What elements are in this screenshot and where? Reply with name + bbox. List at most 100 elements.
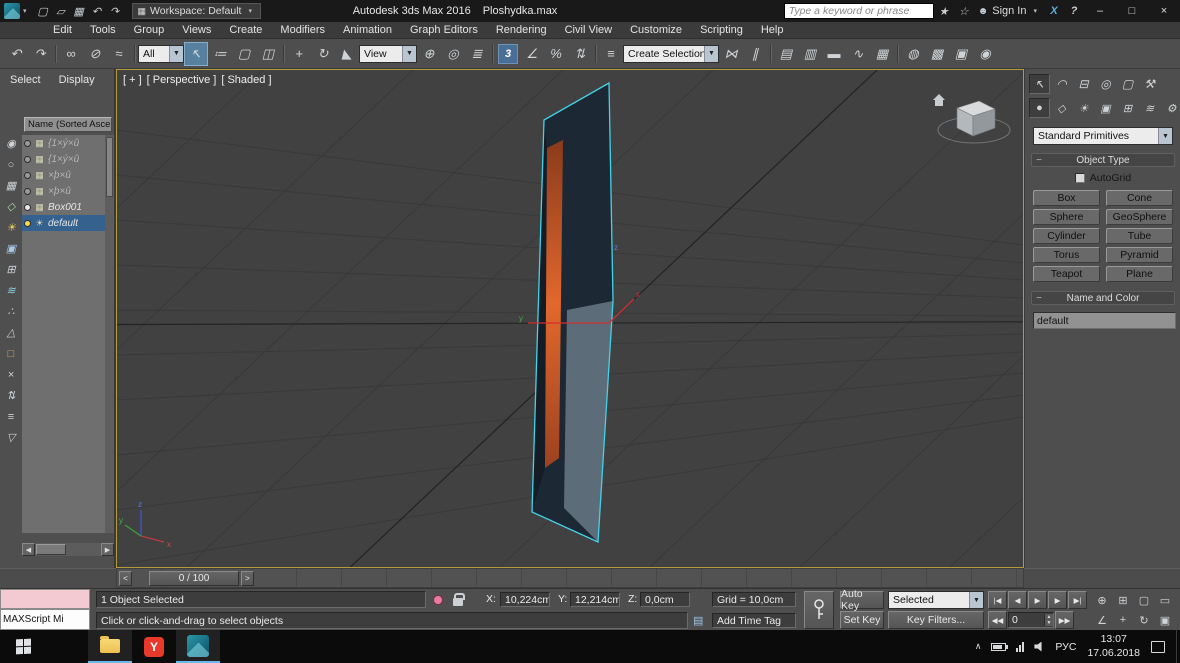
named-selection-sets-icon[interactable]: ≡ [599, 42, 623, 66]
display-geometry-icon[interactable]: ▦ [1, 175, 21, 196]
menu-item[interactable]: Group [125, 24, 174, 36]
community-icon[interactable]: ☆ [954, 1, 974, 21]
display-none-icon[interactable]: ○ [1, 154, 21, 175]
scroll-right-icon[interactable]: ▶ [101, 543, 114, 556]
select-and-rotate-icon[interactable]: ↻ [311, 42, 335, 66]
display-shapes-icon[interactable]: ◇ [1, 196, 21, 217]
primitives-dropdown[interactable]: Standard Primitives ▼ [1033, 127, 1173, 145]
visibility-bulb-icon[interactable] [24, 204, 31, 211]
spinner-snap-icon[interactable]: ⇅ [568, 42, 592, 66]
explorer-item-row[interactable]: ▦ ×þ×û [22, 167, 105, 183]
toolbar-separator[interactable] [767, 42, 774, 66]
selection-filter-dropdown[interactable]: All▼ [138, 45, 184, 63]
category-systems-icon[interactable]: ⚙ [1161, 98, 1180, 118]
start-button[interactable] [0, 630, 46, 663]
select-and-move-icon[interactable]: + [287, 42, 311, 66]
menu-item[interactable]: Civil View [556, 24, 621, 36]
display-lights-icon[interactable]: ☀ [1, 217, 21, 238]
zoom-extents-icon[interactable]: ▢ [1134, 591, 1154, 609]
primitive-button[interactable]: Pyramid [1106, 247, 1173, 263]
maximize-button[interactable]: □ [1116, 0, 1148, 22]
autogrid-checkbox[interactable] [1075, 173, 1085, 183]
pan-icon[interactable]: + [1113, 611, 1133, 629]
next-frame-icon[interactable]: > [241, 571, 254, 586]
rendered-frame-window-icon[interactable]: ▣ [949, 42, 973, 66]
explorer-column-header[interactable]: Name (Sorted Ascen [24, 117, 112, 132]
primitive-button[interactable]: Teapot [1033, 266, 1100, 282]
layer-explorer-toggle-icon[interactable]: ▥ [798, 42, 822, 66]
language-indicator[interactable]: РУС [1050, 630, 1081, 663]
keyboard-override-icon[interactable]: ≣ [465, 42, 489, 66]
category-space-warps-icon[interactable]: ≋ [1139, 98, 1160, 118]
app-menu-caret-icon[interactable]: ▾ [20, 7, 30, 15]
display-cameras-icon[interactable]: ▣ [1, 238, 21, 259]
ribbon-toggle-icon[interactable]: ▬ [822, 42, 846, 66]
tab-display-icon[interactable]: ▢ [1117, 74, 1138, 94]
viewport-menu-item[interactable]: [ Perspective ] [147, 74, 217, 86]
display-bones-icon[interactable]: △ [1, 322, 21, 343]
3dsmax-app[interactable] [176, 630, 220, 663]
display-particles-icon[interactable]: ∴ [1, 301, 21, 322]
primitive-button[interactable]: GeoSphere [1106, 209, 1173, 225]
z-coordinate-field[interactable]: 0,0cm [640, 592, 690, 607]
hierarchy-mode-icon[interactable]: ≡ [1, 406, 21, 427]
toolbar-separator[interactable] [489, 42, 496, 66]
menu-item[interactable]: Tools [81, 24, 125, 36]
frame-spinner[interactable]: ▲▼ [1044, 614, 1053, 626]
angle-snap-icon[interactable]: ∠ [520, 42, 544, 66]
visibility-bulb-icon[interactable] [24, 172, 31, 179]
primitive-button[interactable]: Plane [1106, 266, 1173, 282]
undo-icon[interactable]: ↶ [88, 2, 106, 20]
prompt-history-icon[interactable]: ▤ [693, 614, 703, 627]
toolbar-separator[interactable] [131, 42, 138, 66]
menu-item[interactable]: Help [752, 24, 793, 36]
primitive-button[interactable]: Torus [1033, 247, 1100, 263]
isolate-selection-icon[interactable] [433, 595, 443, 605]
redo-icon[interactable]: ↷ [106, 2, 124, 20]
explorer-item-row[interactable]: ▦ Box001 [22, 199, 105, 215]
material-editor-icon[interactable]: ◍ [901, 42, 925, 66]
display-hidden-icon[interactable]: × [1, 364, 21, 385]
current-frame-field[interactable]: 0 ▲▼ [1008, 612, 1054, 628]
explorer-menu-item[interactable]: Select [4, 72, 47, 88]
render-production-icon[interactable]: ◉ [973, 42, 997, 66]
primitive-button[interactable]: Tube [1106, 228, 1173, 244]
menu-item[interactable]: Create [220, 24, 271, 36]
previous-frame-icon[interactable]: < [119, 571, 132, 586]
field-of-view-icon[interactable]: ∠ [1092, 611, 1112, 629]
play-button[interactable]: ▶ [1028, 591, 1047, 609]
primitive-button[interactable]: Cone [1106, 190, 1173, 206]
key-filters-button[interactable]: Key Filters... [888, 611, 984, 629]
workspace-dropdown[interactable]: ▦ Workspace: Default ▾ [132, 3, 261, 19]
toolbar-separator[interactable] [280, 42, 287, 66]
redo-icon[interactable]: ↷ [28, 42, 52, 66]
add-time-tag-field[interactable]: Add Time Tag [712, 613, 796, 628]
selection-set-dropdown[interactable]: Selected ▼ [888, 591, 984, 609]
select-object-icon[interactable]: ↖ [184, 42, 208, 66]
category-lights-icon[interactable]: ☀ [1073, 98, 1094, 118]
sort-ascending-icon[interactable]: ⇅ [1, 385, 21, 406]
favorites-icon[interactable]: ★ [934, 1, 954, 21]
go-to-start-button[interactable]: |◀ [988, 591, 1007, 609]
menu-item[interactable]: Customize [621, 24, 691, 36]
orbit-icon[interactable]: ↻ [1134, 611, 1154, 629]
explorer-item-row[interactable]: ▦ {1×ý×û [22, 135, 105, 151]
tab-modify-icon[interactable]: ◠ [1051, 74, 1072, 94]
tab-create-icon[interactable]: ↖ [1029, 74, 1050, 94]
explorer-item-row[interactable]: ▦ ×þ×û [22, 183, 105, 199]
select-and-link-icon[interactable]: ∞ [59, 42, 83, 66]
key-step-back-button[interactable]: ◀◀ [988, 611, 1007, 629]
display-helpers-icon[interactable]: ⊞ [1, 259, 21, 280]
zoom-region-icon[interactable]: ▭ [1155, 591, 1175, 609]
menu-item[interactable]: Edit [44, 24, 81, 36]
y-coordinate-field[interactable]: 12,214cm [570, 592, 620, 607]
object-name-input[interactable] [1033, 312, 1176, 329]
select-and-manipulate-icon[interactable]: ◎ [441, 42, 465, 66]
category-geometry-icon[interactable]: ● [1029, 98, 1050, 118]
menu-item[interactable]: Views [173, 24, 220, 36]
scroll-left-icon[interactable]: ◀ [22, 543, 35, 556]
percent-snap-icon[interactable]: % [544, 42, 568, 66]
action-center-icon[interactable] [1146, 630, 1170, 663]
help-icon[interactable]: ? [1064, 1, 1084, 21]
open-file-icon[interactable]: ▱ [52, 2, 70, 20]
